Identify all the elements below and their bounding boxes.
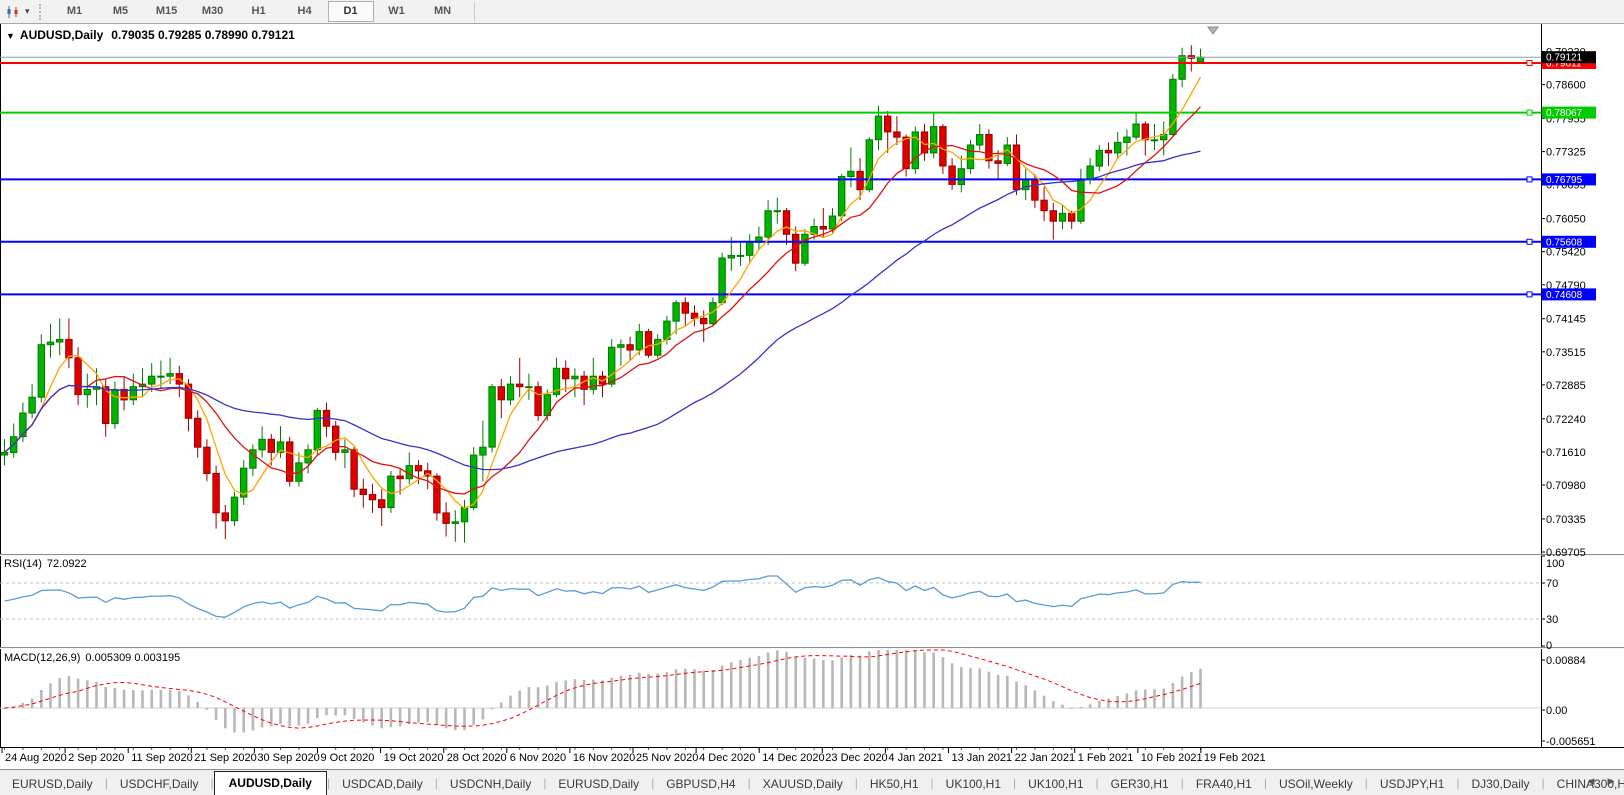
- svg-text:0.70980: 0.70980: [1546, 480, 1586, 492]
- svg-text:22 Jan 2021: 22 Jan 2021: [1015, 752, 1076, 764]
- svg-text:0.72885: 0.72885: [1546, 380, 1586, 392]
- tab-hk50-h1[interactable]: HK50,H1: [858, 773, 931, 795]
- timeframe-buttons: M1 M5 M15 M30 H1 H4 D1 W1 MN: [52, 1, 466, 23]
- svg-text:100: 100: [1546, 558, 1564, 570]
- rsi-indicator-name: RSI(14): [4, 558, 42, 570]
- svg-text:4 Dec 2020: 4 Dec 2020: [699, 752, 755, 764]
- tab-xauusd-daily[interactable]: XAUUSD,Daily: [751, 773, 855, 795]
- tf-button-w1[interactable]: W1: [374, 1, 420, 22]
- macd-indicator-name: MACD(12,26,9): [4, 652, 81, 664]
- tf-button-m5[interactable]: M5: [98, 1, 144, 22]
- tab-usdjpy-h1[interactable]: USDJPY,H1: [1368, 773, 1456, 795]
- chart-title: ▼ AUDUSD,Daily 0.79035 0.79285 0.78990 0.7…: [6, 28, 295, 42]
- svg-text:13 Jan 2021: 13 Jan 2021: [952, 752, 1013, 764]
- tf-button-m1[interactable]: M1: [52, 1, 98, 22]
- tab-ger30-h1[interactable]: GER30,H1: [1099, 773, 1181, 795]
- tab-uk100-h1[interactable]: UK100,H1: [934, 773, 1013, 795]
- svg-text:2 Sep 2020: 2 Sep 2020: [68, 752, 124, 764]
- chart-tools-group: ▾: [0, 1, 37, 23]
- svg-text:28 Oct 2020: 28 Oct 2020: [447, 752, 507, 764]
- svg-text:4 Jan 2021: 4 Jan 2021: [888, 752, 942, 764]
- svg-text:25 Nov 2020: 25 Nov 2020: [636, 752, 698, 764]
- tf-button-m15[interactable]: M15: [144, 1, 190, 22]
- svg-text:1 Feb 2021: 1 Feb 2021: [1078, 752, 1134, 764]
- svg-text:23 Dec 2020: 23 Dec 2020: [825, 752, 887, 764]
- svg-text:0.76050: 0.76050: [1546, 214, 1586, 226]
- chart-type-dropdown-icon[interactable]: ▾: [22, 6, 33, 17]
- tf-button-d1[interactable]: D1: [327, 1, 374, 22]
- svg-text:0.00: 0.00: [1546, 705, 1567, 717]
- svg-text:14 Dec 2020: 14 Dec 2020: [762, 752, 824, 764]
- tab-usdchf-daily[interactable]: USDCHF,Daily: [108, 773, 211, 795]
- collapse-chart-icon[interactable]: ▼: [6, 31, 15, 41]
- tab-scroll-right-icon[interactable]: ▶: [1604, 776, 1618, 787]
- svg-text:0.78600: 0.78600: [1546, 80, 1586, 92]
- tab-eurusd-daily[interactable]: EURUSD,Daily: [546, 773, 651, 795]
- svg-text:0.78067: 0.78067: [1546, 108, 1583, 119]
- svg-text:30 Sep 2020: 30 Sep 2020: [257, 752, 319, 764]
- svg-text:21 Sep 2020: 21 Sep 2020: [194, 752, 256, 764]
- svg-text:19 Oct 2020: 19 Oct 2020: [384, 752, 444, 764]
- svg-text:11 Sep 2020: 11 Sep 2020: [131, 752, 193, 764]
- toolbar-grip[interactable]: [38, 3, 46, 20]
- svg-text:24 Aug 2020: 24 Aug 2020: [5, 752, 67, 764]
- toolbar: ▾ M1 M5 M15 M30 H1 H4 D1 W1 MN: [0, 0, 1624, 24]
- svg-text:0.74145: 0.74145: [1546, 314, 1586, 326]
- tab-scroll-left-icon[interactable]: ◀: [1584, 776, 1598, 787]
- tab-uk100-h1[interactable]: UK100,H1: [1016, 773, 1095, 795]
- tab-fra40-h1[interactable]: FRA40,H1: [1184, 773, 1264, 795]
- svg-text:0.75608: 0.75608: [1546, 237, 1583, 248]
- tab-usdcnh-daily[interactable]: USDCNH,Daily: [438, 773, 543, 795]
- svg-text:0.79121: 0.79121: [1546, 53, 1583, 64]
- macd-pane-label: MACD(12,26,9) 0.005309 0.003195: [4, 652, 180, 664]
- rsi-pane-label: RSI(14) 72.0922: [4, 558, 87, 570]
- chart-type-icon[interactable]: [4, 3, 22, 21]
- tab-eurusd-daily[interactable]: EURUSD,Daily: [0, 773, 105, 795]
- tab-audusd-daily[interactable]: AUDUSD,Daily: [213, 771, 327, 795]
- svg-text:0.00884: 0.00884: [1546, 655, 1586, 667]
- tab-usdcad-daily[interactable]: USDCAD,Daily: [330, 773, 435, 795]
- tab-usoil-weekly[interactable]: USOil,Weekly: [1267, 773, 1365, 795]
- tf-button-h1[interactable]: H1: [236, 1, 282, 22]
- macd-indicator-value: 0.005309 0.003195: [85, 652, 181, 664]
- svg-text:6 Nov 2020: 6 Nov 2020: [510, 752, 566, 764]
- svg-text:0.72240: 0.72240: [1546, 414, 1586, 426]
- tf-button-h4[interactable]: H4: [282, 1, 328, 22]
- svg-text:70: 70: [1546, 578, 1558, 590]
- tab-gbpusd-h4[interactable]: GBPUSD,H4: [654, 773, 747, 795]
- svg-text:10 Feb 2021: 10 Feb 2021: [1141, 752, 1203, 764]
- svg-text:0.75420: 0.75420: [1546, 247, 1586, 259]
- rsi-indicator-value: 72.0922: [46, 558, 87, 570]
- tab-dj30-daily[interactable]: DJ30,Daily: [1460, 773, 1542, 795]
- svg-text:0.77325: 0.77325: [1546, 147, 1586, 159]
- svg-text:9 Oct 2020: 9 Oct 2020: [321, 752, 375, 764]
- svg-text:-0.005651: -0.005651: [1546, 736, 1596, 748]
- svg-text:30: 30: [1546, 614, 1558, 626]
- svg-text:0.73515: 0.73515: [1546, 347, 1586, 359]
- svg-text:0.70335: 0.70335: [1546, 514, 1586, 526]
- svg-text:16 Nov 2020: 16 Nov 2020: [573, 752, 635, 764]
- tf-button-mn[interactable]: MN: [420, 1, 466, 22]
- svg-text:0.71610: 0.71610: [1546, 447, 1586, 459]
- svg-text:0.76795: 0.76795: [1546, 175, 1583, 186]
- chart-symbol-label: AUDUSD,Daily: [19, 28, 104, 42]
- svg-text:0: 0: [1546, 640, 1552, 652]
- mt4-window: ▾ M1M5M15M30H1H4D1W1MN 0.792300.786000.7…: [0, 0, 1624, 795]
- symbol-tabbar: EURUSD,Daily | USDCHF,Daily | AUDUSD,Daily | U…: [0, 769, 1624, 795]
- svg-text:19 Feb 2021: 19 Feb 2021: [1204, 752, 1266, 764]
- tf-button-m30[interactable]: M30: [190, 1, 236, 22]
- svg-text:0.74608: 0.74608: [1546, 290, 1583, 301]
- toolbar-divider: [473, 2, 475, 21]
- chart-ohlc-values: 0.79035 0.79285 0.78990 0.79121: [111, 28, 295, 42]
- chart-canvas[interactable]: 0.792300.786000.779550.773250.766950.760…: [0, 0, 1624, 774]
- chart-background: [0, 23, 1624, 769]
